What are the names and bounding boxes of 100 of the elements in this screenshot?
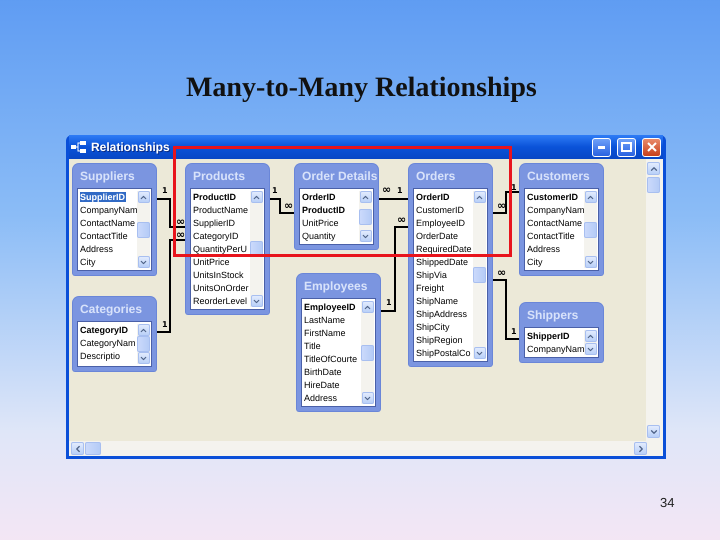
- field-item[interactable]: CustomerID: [527, 192, 580, 202]
- scroll-up-button[interactable]: [647, 162, 660, 175]
- scroll-down-button[interactable]: [138, 352, 150, 364]
- field-item[interactable]: Freight: [416, 283, 446, 293]
- field-item[interactable]: UnitPrice: [302, 218, 340, 228]
- scroll-thumb[interactable]: [85, 442, 101, 455]
- scroll-up-button[interactable]: [360, 191, 372, 203]
- field-item[interactable]: CompanyNam: [527, 344, 586, 354]
- field-item[interactable]: SupplierID: [193, 218, 236, 228]
- table-card[interactable]: Products ProductID ProductName SupplierID CategoryID QuantityPerU UnitPrice UnitsInStock UnitsOnOrder ReorderLevel: [186, 164, 269, 314]
- scroll-down-button[interactable]: [250, 295, 262, 307]
- scroll-up-button[interactable]: [138, 324, 150, 336]
- field-item[interactable]: BirthDate: [304, 367, 343, 377]
- scroll-down-button[interactable]: [360, 230, 372, 242]
- scroll-bar[interactable]: [69, 441, 663, 456]
- scroll-down-button[interactable]: [362, 392, 374, 404]
- scroll-bar[interactable]: [359, 191, 372, 242]
- field-item[interactable]: QuantityPerU: [193, 244, 248, 254]
- field-item[interactable]: ShippedDate: [416, 257, 470, 267]
- scroll-up-button[interactable]: [584, 330, 596, 342]
- scroll-bar[interactable]: [137, 191, 150, 268]
- scroll-thumb[interactable]: [137, 222, 150, 238]
- table-card[interactable]: Order Details OrderID ProductID UnitPrice Quantity: [295, 164, 378, 249]
- field-item[interactable]: ShipVia: [416, 270, 448, 280]
- table-card[interactable]: Categories CategoryID CategoryNam Descriptio: [73, 297, 156, 371]
- field-item[interactable]: Title: [304, 341, 322, 351]
- scroll-down-button[interactable]: [647, 425, 660, 438]
- close-button[interactable]: [642, 138, 661, 156]
- scroll-down-button[interactable]: [584, 343, 596, 355]
- scroll-down-button[interactable]: [138, 256, 150, 268]
- field-item[interactable]: CustomerID: [416, 205, 466, 215]
- field-item[interactable]: CategoryID: [193, 231, 240, 241]
- scroll-bar[interactable]: [584, 330, 597, 355]
- scroll-thumb[interactable]: [137, 336, 150, 352]
- field-item[interactable]: FirstName: [304, 328, 347, 338]
- field-item[interactable]: ShipName: [416, 296, 460, 306]
- scroll-bar[interactable]: [473, 191, 486, 359]
- field-item[interactable]: CategoryID: [80, 325, 130, 335]
- field-item[interactable]: ContactName: [527, 218, 584, 228]
- scroll-bar[interactable]: [137, 324, 150, 364]
- scroll-bar[interactable]: [250, 191, 263, 307]
- scroll-thumb[interactable]: [647, 177, 660, 193]
- field-item[interactable]: ShipRegion: [416, 335, 464, 345]
- field-item[interactable]: City: [80, 257, 96, 267]
- field-item[interactable]: ContactName: [80, 218, 136, 228]
- field-item[interactable]: TitleOfCourte: [304, 354, 358, 364]
- scroll-up-button[interactable]: [474, 191, 486, 203]
- field-item[interactable]: CompanyNam: [80, 205, 139, 215]
- scroll-thumb[interactable]: [584, 222, 597, 238]
- field-item[interactable]: HireDate: [304, 380, 341, 390]
- minimize-button[interactable]: [592, 138, 611, 156]
- field-item[interactable]: EmployeeID: [304, 302, 357, 312]
- field-item[interactable]: SupplierID: [80, 192, 126, 202]
- field-item[interactable]: ContactTitle: [527, 231, 576, 241]
- field-item[interactable]: City: [527, 257, 544, 267]
- field-item[interactable]: ShipPostalCo: [416, 348, 472, 358]
- field-item[interactable]: ContactTitle: [80, 231, 129, 241]
- field-item[interactable]: Address: [304, 393, 338, 403]
- scroll-thumb[interactable]: [473, 267, 486, 283]
- field-item[interactable]: ReorderLevel: [193, 296, 248, 306]
- field-item[interactable]: UnitsInStock: [193, 270, 245, 280]
- scroll-thumb[interactable]: [361, 344, 374, 360]
- scroll-left-button[interactable]: [71, 442, 84, 455]
- field-item[interactable]: ShipAddress: [416, 309, 468, 319]
- field-item[interactable]: OrderID: [302, 192, 337, 202]
- scroll-right-button[interactable]: [634, 442, 647, 455]
- field-item[interactable]: OrderDate: [416, 231, 460, 241]
- field-item[interactable]: CompanyNam: [527, 205, 586, 215]
- table-card[interactable]: Shippers ShipperID CompanyNam: [520, 303, 603, 362]
- scroll-up-button[interactable]: [362, 301, 374, 313]
- table-card[interactable]: Employees EmployeeID LastName FirstName Title TitleOfCourte BirthDate HireDate Address: [297, 274, 380, 411]
- field-item[interactable]: ProductID: [302, 205, 346, 215]
- table-card[interactable]: Suppliers SupplierID CompanyNam ContactName ContactTitle Address City: [73, 164, 156, 275]
- scroll-down-button[interactable]: [584, 256, 596, 268]
- field-item[interactable]: RequiredDate: [416, 244, 473, 254]
- field-item[interactable]: ShipperID: [527, 331, 571, 341]
- field-item[interactable]: UnitsOnOrder: [193, 283, 250, 293]
- field-item[interactable]: EmployeeID: [416, 218, 466, 228]
- maximize-button[interactable]: [617, 138, 636, 156]
- table-card[interactable]: Customers CustomerID CompanyNam ContactName ContactTitle Address City: [520, 164, 603, 275]
- scroll-up-button[interactable]: [584, 191, 596, 203]
- scroll-bar[interactable]: [361, 301, 374, 404]
- field-item[interactable]: CategoryNam: [80, 338, 137, 348]
- field-item[interactable]: OrderID: [416, 192, 451, 202]
- scroll-bar[interactable]: [646, 159, 663, 441]
- table-card[interactable]: Orders OrderID CustomerID EmployeeID OrderDate RequiredDate ShippedDate ShipVia Freight ShipName ShipAddress ShipCity ShipRegion ShipPostalCo: [409, 164, 492, 366]
- scroll-down-button[interactable]: [474, 347, 486, 359]
- scroll-up-button[interactable]: [250, 191, 262, 203]
- scroll-bar[interactable]: [584, 191, 597, 268]
- field-item[interactable]: ProductName: [193, 205, 250, 215]
- field-item[interactable]: Descriptio: [80, 351, 122, 361]
- field-item[interactable]: UnitPrice: [193, 257, 231, 267]
- field-item[interactable]: ProductID: [193, 192, 238, 202]
- field-item[interactable]: ShipCity: [416, 322, 451, 332]
- field-item[interactable]: Address: [527, 244, 562, 254]
- field-item[interactable]: Quantity: [302, 231, 337, 241]
- field-item[interactable]: Address: [80, 244, 114, 254]
- field-item[interactable]: LastName: [304, 315, 346, 325]
- scroll-up-button[interactable]: [138, 191, 150, 203]
- scroll-thumb[interactable]: [359, 208, 372, 224]
